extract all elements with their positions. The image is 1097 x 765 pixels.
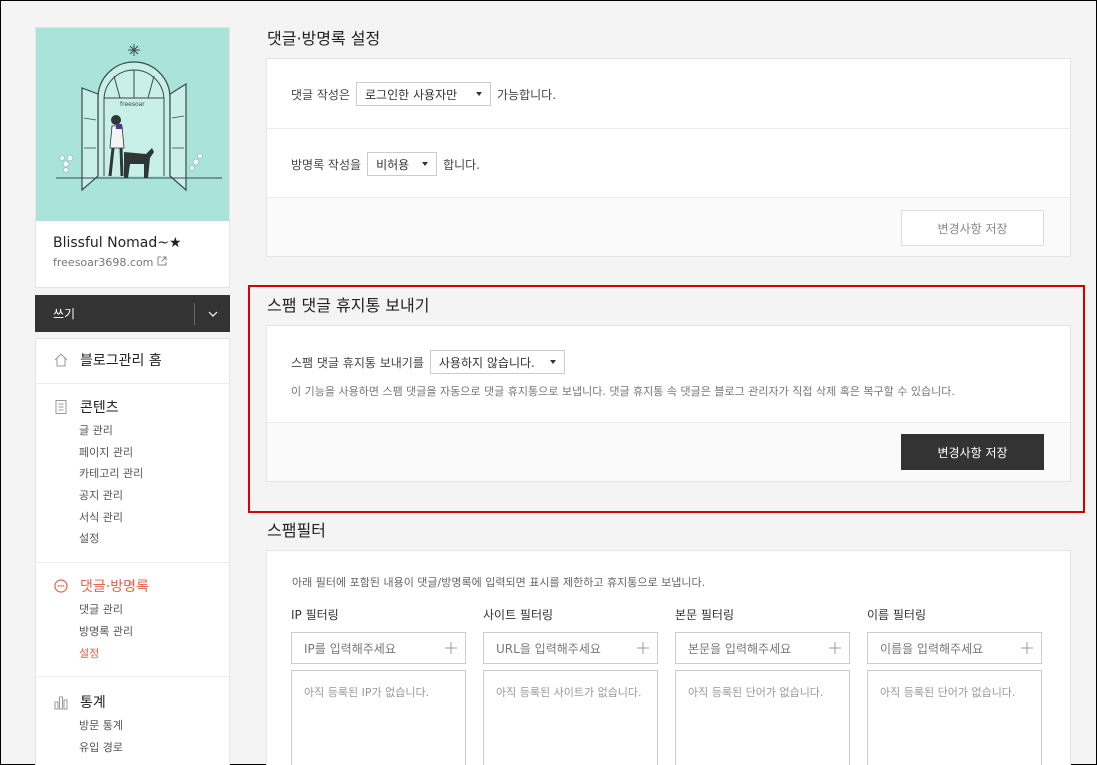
spam-trash-prefix: 스팸 댓글 휴지통 보내기를: [291, 355, 424, 370]
menu-label: 통계: [80, 695, 106, 712]
select-value: 로그인한 사용자만: [365, 87, 458, 102]
home-icon: [52, 351, 70, 369]
menu-group-home: 블로그관리 홈: [36, 339, 229, 384]
caret-down-icon: [422, 162, 429, 166]
input-placeholder: IP를 입력해주세요: [304, 641, 396, 656]
chart-icon: [52, 693, 70, 711]
guestbook-permission-row: 방명록 작성을 비허용 합니다.: [291, 151, 480, 177]
comment-permission-suffix: 가능합니다.: [497, 87, 557, 102]
spam-filter-panel: 아래 필터에 포함된 내용이 댓글/방명록에 입력되면 표시를 제한하고 휴지통…: [266, 550, 1071, 765]
menu-item-comment-manage[interactable]: 댓글 관리: [36, 599, 229, 621]
menu-stats[interactable]: 통계: [36, 689, 229, 715]
comment-permission-select[interactable]: 로그인한 사용자만: [356, 82, 492, 106]
save-comment-settings-button[interactable]: 변경사항 저장: [901, 210, 1044, 246]
menu-item-categories[interactable]: 카테고리 관리: [36, 463, 229, 485]
comment-settings-panel: 댓글 작성은 로그인한 사용자만 가능합니다. 방명록 작성을 비허용 합니다.…: [266, 58, 1071, 257]
guestbook-permission-select[interactable]: 비허용: [367, 152, 438, 176]
menu-label: 댓글·방명록: [80, 579, 149, 596]
spam-trash-select[interactable]: 사용하지 않습니다.: [429, 350, 565, 374]
menu-item-content-settings[interactable]: 설정: [36, 528, 229, 550]
site-filter: 사이트 필터링 URL을 입력해주세요 아직 등록된 사이트가 없습니다.: [483, 606, 658, 765]
select-value: 사용하지 않습니다.: [438, 355, 535, 370]
plus-icon[interactable]: [445, 642, 457, 654]
filter-label: 사이트 필터링: [483, 608, 554, 622]
write-button[interactable]: 쓰기: [35, 305, 194, 322]
filter-label: 본문 필터링: [675, 608, 735, 622]
ip-filter: IP 필터링 IP를 입력해주세요 아직 등록된 IP가 없습니다.: [291, 606, 466, 765]
caret-down-icon: [549, 360, 556, 364]
menu-group-comments: 댓글·방명록 댓글 관리 방명록 관리 설정: [36, 563, 229, 678]
menu-content[interactable]: 콘텐츠: [36, 394, 229, 420]
menu-group-content: 콘텐츠 글 관리 페이지 관리 카테고리 관리 공지 관리 서식 관리 설정: [36, 384, 229, 564]
spam-trash-row: 스팸 댓글 휴지통 보내기를 사용하지 않습니다.: [291, 349, 571, 375]
name-filter: 이름 필터링 이름을 입력해주세요 아직 등록된 단어가 없습니다.: [867, 606, 1042, 765]
comment-permission-prefix: 댓글 작성은: [291, 87, 351, 102]
spam-filter-description: 아래 필터에 포함된 내용이 댓글/방명록에 입력되면 표시를 제한하고 휴지통…: [292, 576, 706, 589]
svg-text:freesoar: freesoar: [120, 101, 145, 108]
save-spam-trash-button[interactable]: 변경사항 저장: [901, 434, 1044, 470]
input-placeholder: 이름을 입력해주세요: [880, 641, 984, 656]
input-placeholder: 본문을 입력해주세요: [688, 641, 792, 656]
plus-icon[interactable]: [1021, 642, 1033, 654]
name-filter-list: 아직 등록된 단어가 없습니다.: [867, 670, 1042, 765]
comment-icon: [52, 577, 70, 595]
document-icon: [52, 398, 70, 416]
ip-filter-input[interactable]: IP를 입력해주세요: [291, 632, 466, 664]
body-filter: 본문 필터링 본문을 입력해주세요 아직 등록된 단어가 없습니다.: [675, 606, 850, 765]
name-filter-input[interactable]: 이름을 입력해주세요: [867, 632, 1042, 664]
body-filter-list: 아직 등록된 단어가 없습니다.: [675, 670, 850, 765]
comment-permission-row: 댓글 작성은 로그인한 사용자만 가능합니다.: [291, 81, 556, 107]
profile-card: freesoar Blissful Nomad~★ freesoar3698.c…: [35, 27, 230, 288]
sidebar: freesoar Blissful Nomad~★ freesoar3698.c…: [35, 27, 230, 765]
site-filter-list: 아직 등록된 사이트가 없습니다.: [483, 670, 658, 765]
menu-item-referrers[interactable]: 유입 경로: [36, 737, 229, 759]
chevron-down-icon: [208, 311, 217, 317]
menu-item-comment-settings[interactable]: 설정: [36, 643, 229, 665]
filter-label: IP 필터링: [291, 608, 339, 622]
menu-label: 블로그관리 홈: [80, 353, 162, 369]
spam-trash-description: 이 기능을 사용하면 스팸 댓글을 자동으로 댓글 휴지통으로 보냅니다. 댓글…: [291, 385, 955, 398]
menu-item-pages[interactable]: 페이지 관리: [36, 442, 229, 464]
write-dropdown-button[interactable]: [195, 311, 230, 317]
blog-profile-image[interactable]: freesoar: [36, 28, 229, 221]
door-illustration: freesoar: [36, 28, 229, 221]
menu-comments[interactable]: 댓글·방명록: [36, 573, 229, 599]
menu-item-visit-stats[interactable]: 방문 통계: [36, 715, 229, 737]
menu-group-stats: 통계 방문 통계 유입 경로: [36, 677, 229, 764]
divider: [267, 128, 1070, 129]
blog-title[interactable]: Blissful Nomad~★: [53, 235, 212, 251]
guestbook-permission-suffix: 합니다.: [443, 157, 480, 172]
menu-item-templates[interactable]: 서식 관리: [36, 507, 229, 529]
menu-item-guestbook-manage[interactable]: 방명록 관리: [36, 621, 229, 643]
spam-filter-title: 스팸필터: [267, 521, 326, 540]
menu-item-posts[interactable]: 글 관리: [36, 420, 229, 442]
spam-trash-panel: 스팸 댓글 휴지통 보내기를 사용하지 않습니다. 이 기능을 사용하면 스팸 …: [266, 325, 1071, 482]
menu-blog-home[interactable]: 블로그관리 홈: [36, 347, 229, 373]
admin-menu: 블로그관리 홈 콘텐츠 글 관리 페이지 관리 카테고리 관리 공지 관리 서식…: [35, 338, 230, 765]
blog-url-link[interactable]: freesoar3698.com: [53, 256, 212, 269]
external-link-icon: [157, 256, 167, 269]
guestbook-permission-prefix: 방명록 작성을: [291, 157, 362, 172]
comment-settings-title: 댓글·방명록 설정: [267, 29, 381, 48]
menu-label: 콘텐츠: [80, 400, 119, 416]
spam-trash-title: 스팸 댓글 휴지통 보내기: [267, 296, 430, 315]
select-value: 비허용: [376, 157, 410, 172]
plus-icon[interactable]: [829, 642, 841, 654]
menu-item-notices[interactable]: 공지 관리: [36, 485, 229, 507]
profile-info: Blissful Nomad~★ freesoar3698.com: [36, 221, 229, 287]
site-filter-input[interactable]: URL을 입력해주세요: [483, 632, 658, 664]
blog-url-text: freesoar3698.com: [53, 256, 154, 269]
input-placeholder: URL을 입력해주세요: [496, 641, 601, 656]
caret-down-icon: [476, 92, 483, 96]
write-bar: 쓰기: [35, 295, 230, 332]
body-filter-input[interactable]: 본문을 입력해주세요: [675, 632, 850, 664]
filter-label: 이름 필터링: [867, 608, 927, 622]
plus-icon[interactable]: [637, 642, 649, 654]
ip-filter-list: 아직 등록된 IP가 없습니다.: [291, 670, 466, 765]
